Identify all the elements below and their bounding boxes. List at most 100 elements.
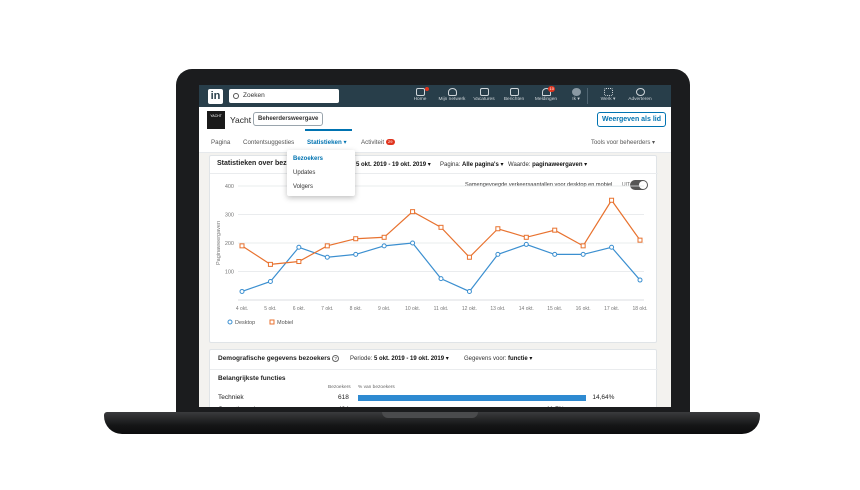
demographics-title-text: Demografische gegevens bezoekers — [218, 355, 331, 362]
divider — [210, 369, 658, 370]
data-point-desktop — [466, 288, 472, 294]
y-tick-label: 400 — [225, 184, 234, 190]
demo-period-filter[interactable]: Periode: 5 okt. 2019 - 19 okt. 2019 ▾ — [350, 355, 449, 362]
nav-label: Mijn netwerk — [438, 97, 466, 102]
admin-tools-menu[interactable]: Tools voor beheerders ▾ — [591, 139, 655, 146]
data-point-desktop — [296, 244, 302, 250]
function-label: Techniek — [218, 394, 244, 401]
dropdown-item-updates[interactable]: Updates — [293, 170, 315, 176]
x-tick-label: 13 okt. — [490, 306, 505, 312]
tab-content-suggestions[interactable]: Contentsuggesties — [243, 139, 294, 146]
admin-view-badge: Beheerdersweergave — [253, 112, 324, 126]
data-point-desktop — [637, 277, 643, 283]
nav-label: Berichten — [503, 97, 525, 102]
tab-activity[interactable]: Activiteit 29 — [361, 139, 395, 146]
nav-label: Meldingen — [534, 97, 558, 102]
briefcase-icon — [479, 88, 489, 96]
x-tick-label: 18 okt. — [632, 306, 647, 312]
compass-icon — [635, 88, 645, 96]
top-functions-title: Belangrijkste functies — [218, 375, 286, 382]
x-tick-label: 8 okt. — [350, 306, 362, 312]
data-point-desktop — [381, 243, 387, 249]
data-point-mobile — [381, 234, 387, 240]
help-icon[interactable]: ? — [332, 355, 340, 362]
demographics-card: Demografische gegevens bezoekers ? Perio… — [209, 349, 658, 410]
nav-home[interactable]: Home — [403, 86, 437, 107]
x-tick-label: 4 okt. — [236, 306, 248, 312]
activity-badge: 29 — [386, 139, 395, 145]
data-point-mobile — [495, 226, 501, 232]
function-bar — [358, 395, 587, 401]
legend-label: Mobiel — [277, 320, 293, 326]
data-point-desktop — [239, 288, 245, 294]
nav-label: Werk ▾ — [600, 97, 616, 102]
legend-marker-desktop — [227, 319, 233, 325]
nav-messages[interactable]: Berichten — [497, 86, 531, 107]
x-tick-label: 6 okt. — [293, 306, 305, 312]
data-point-mobile — [296, 259, 302, 265]
function-count: 618 — [338, 394, 349, 401]
data-point-desktop — [609, 244, 615, 250]
demo-data-label: Gegevens voor: — [464, 356, 507, 362]
nav-divider — [587, 88, 588, 104]
tab-statistics[interactable]: Statistieken ▾ — [307, 139, 347, 146]
company-logo-icon[interactable]: YACHT — [207, 111, 225, 129]
legend-label: Desktop — [235, 320, 255, 326]
notifications-badge: 10 — [548, 86, 556, 92]
visitor-line-chart: 100 200 300 400 Paginaweergaven 4 okt. 5 okt. 6… — [216, 184, 648, 326]
active-tab-indicator — [305, 129, 352, 131]
tabs: Pagina Contentsuggesties Statistieken ▾ … — [199, 137, 671, 153]
page-filter-value: Alle pagina's ▾ — [462, 162, 504, 168]
data-point-mobile — [353, 236, 359, 242]
page-header: YACHT Yacht Beheerdersweergave Weergeven… — [199, 107, 671, 153]
y-tick-label: 300 — [225, 213, 234, 219]
nav-label: Adverteren — [628, 97, 652, 102]
period-value: 5 okt. 2019 - 19 okt. 2019 ▾ — [356, 162, 431, 168]
data-point-mobile — [239, 243, 245, 249]
demo-data-filter[interactable]: Gegevens voor: functie ▾ — [464, 355, 532, 362]
x-tick-label: 9 okt. — [378, 306, 390, 312]
tab-page[interactable]: Pagina — [211, 139, 230, 146]
nav-advertise[interactable]: Adverteren — [623, 86, 657, 107]
data-point-mobile — [552, 227, 558, 233]
data-point-mobile — [523, 234, 529, 240]
x-tick-label: 11 okt. — [434, 306, 449, 312]
nav-notifications[interactable]: 10 Meldingen — [529, 86, 563, 107]
x-tick-label: 5 okt. — [264, 306, 276, 312]
demo-data-value: functie ▾ — [508, 356, 533, 362]
avatar — [571, 88, 581, 96]
view-as-member-button[interactable]: Weergeven als lid — [597, 112, 667, 127]
data-point-desktop — [495, 251, 501, 257]
company-name[interactable]: Yacht — [230, 115, 251, 125]
data-point-mobile — [324, 243, 330, 249]
y-tick-label: 100 — [225, 270, 234, 276]
data-point-mobile — [267, 261, 273, 267]
linkedin-logo-icon[interactable]: in — [208, 89, 223, 104]
nav-work[interactable]: Werk ▾ — [591, 86, 625, 107]
y-axis-label: Paginaweergaven — [216, 221, 222, 265]
data-point-desktop — [410, 240, 416, 246]
value-filter[interactable]: Waarde: paginaweergaven ▾ — [508, 161, 587, 168]
laptop-notch — [382, 412, 478, 418]
demo-period-value: 5 okt. 2019 - 19 okt. 2019 ▾ — [374, 356, 449, 362]
page-filter[interactable]: Pagina: Alle pagina's ▾ — [440, 161, 503, 168]
nav-network[interactable]: Mijn netwerk — [435, 86, 469, 107]
screen-bezel-bottom — [199, 407, 671, 410]
tab-activity-label: Activiteit — [361, 139, 385, 146]
data-point-desktop — [353, 251, 359, 257]
data-point-desktop — [438, 276, 444, 282]
nav-label: Home — [413, 97, 427, 102]
y-tick-label: 200 — [225, 241, 234, 247]
data-point-mobile — [438, 224, 444, 230]
dropdown-item-visitors[interactable]: Bezoekers — [293, 156, 323, 162]
search-placeholder: Zoeken — [243, 92, 265, 99]
search-input[interactable]: Zoeken — [229, 89, 339, 103]
statistics-dropdown: Bezoekers Updates Volgers — [287, 150, 355, 196]
nav-jobs[interactable]: Vacatures — [467, 86, 501, 107]
data-point-mobile — [410, 209, 416, 215]
col-percent: % van bezoekers — [358, 385, 395, 390]
messages-icon — [509, 88, 519, 96]
nav-label: Vacatures — [473, 97, 495, 102]
period-filter[interactable]: 5 okt. 2019 - 19 okt. 2019 ▾ — [356, 161, 431, 168]
dropdown-item-followers[interactable]: Volgers — [293, 184, 313, 190]
